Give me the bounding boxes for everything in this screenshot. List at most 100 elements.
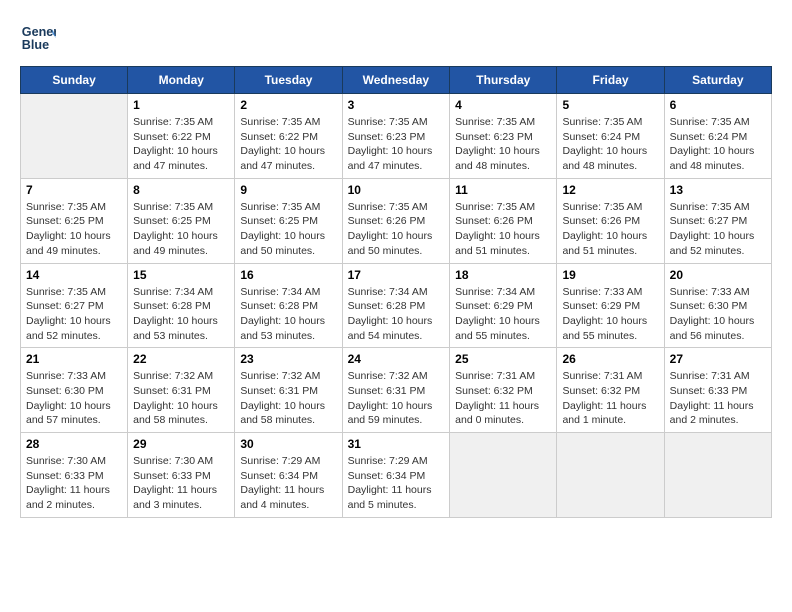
- calendar-cell: 4 Sunrise: 7:35 AMSunset: 6:23 PMDaylight…: [450, 94, 557, 179]
- day-info: Sunrise: 7:30 AMSunset: 6:33 PMDaylight:…: [133, 454, 229, 513]
- calendar-cell: 15 Sunrise: 7:34 AMSunset: 6:28 PMDayligh…: [128, 263, 235, 348]
- calendar-cell: 16 Sunrise: 7:34 AMSunset: 6:28 PMDayligh…: [235, 263, 342, 348]
- day-number: 15: [133, 268, 229, 282]
- calendar-cell: 23 Sunrise: 7:32 AMSunset: 6:31 PMDayligh…: [235, 348, 342, 433]
- week-row-2: 7 Sunrise: 7:35 AMSunset: 6:25 PMDaylight…: [21, 178, 772, 263]
- day-info: Sunrise: 7:32 AMSunset: 6:31 PMDaylight:…: [240, 369, 336, 428]
- calendar-cell: [450, 433, 557, 518]
- day-number: 14: [26, 268, 122, 282]
- calendar-cell: 19 Sunrise: 7:33 AMSunset: 6:29 PMDayligh…: [557, 263, 664, 348]
- day-info: Sunrise: 7:35 AMSunset: 6:22 PMDaylight:…: [133, 115, 229, 174]
- day-header-thursday: Thursday: [450, 67, 557, 94]
- day-number: 9: [240, 183, 336, 197]
- day-info: Sunrise: 7:35 AMSunset: 6:24 PMDaylight:…: [670, 115, 766, 174]
- day-number: 2: [240, 98, 336, 112]
- day-number: 30: [240, 437, 336, 451]
- day-info: Sunrise: 7:34 AMSunset: 6:28 PMDaylight:…: [348, 285, 445, 344]
- day-number: 27: [670, 352, 766, 366]
- day-info: Sunrise: 7:30 AMSunset: 6:33 PMDaylight:…: [26, 454, 122, 513]
- day-info: Sunrise: 7:35 AMSunset: 6:27 PMDaylight:…: [26, 285, 122, 344]
- day-number: 22: [133, 352, 229, 366]
- day-number: 5: [562, 98, 658, 112]
- calendar-cell: 5 Sunrise: 7:35 AMSunset: 6:24 PMDaylight…: [557, 94, 664, 179]
- calendar-cell: 29 Sunrise: 7:30 AMSunset: 6:33 PMDayligh…: [128, 433, 235, 518]
- day-info: Sunrise: 7:33 AMSunset: 6:30 PMDaylight:…: [670, 285, 766, 344]
- calendar-cell: 8Sunrise: 7:35 AMSunset: 6:25 PMDaylight…: [128, 178, 235, 263]
- day-info: Sunrise: 7:31 AMSunset: 6:32 PMDaylight:…: [562, 369, 658, 428]
- calendar-cell: 9 Sunrise: 7:35 AMSunset: 6:25 PMDaylight…: [235, 178, 342, 263]
- day-info: Sunrise: 7:34 AMSunset: 6:29 PMDaylight:…: [455, 285, 551, 344]
- day-number: 13: [670, 183, 766, 197]
- calendar-cell: [21, 94, 128, 179]
- day-info: Sunrise: 7:35 AMSunset: 6:24 PMDaylight:…: [562, 115, 658, 174]
- day-number: 24: [348, 352, 445, 366]
- day-number: 16: [240, 268, 336, 282]
- calendar-cell: 27 Sunrise: 7:31 AMSunset: 6:33 PMDayligh…: [664, 348, 771, 433]
- logo: General Blue: [20, 20, 56, 56]
- day-info: Sunrise: 7:31 AMSunset: 6:32 PMDaylight:…: [455, 369, 551, 428]
- day-header-sunday: Sunday: [21, 67, 128, 94]
- calendar-cell: 22Sunrise: 7:32 AMSunset: 6:31 PMDayligh…: [128, 348, 235, 433]
- calendar-cell: [664, 433, 771, 518]
- calendar-cell: 11Sunrise: 7:35 AMSunset: 6:26 PMDayligh…: [450, 178, 557, 263]
- day-info: Sunrise: 7:35 AMSunset: 6:25 PMDaylight:…: [26, 200, 122, 259]
- day-header-wednesday: Wednesday: [342, 67, 450, 94]
- day-info: Sunrise: 7:35 AMSunset: 6:23 PMDaylight:…: [348, 115, 445, 174]
- calendar-cell: 26Sunrise: 7:31 AMSunset: 6:32 PMDayligh…: [557, 348, 664, 433]
- calendar-table: SundayMondayTuesdayWednesdayThursdayFrid…: [20, 66, 772, 518]
- day-header-monday: Monday: [128, 67, 235, 94]
- day-number: 1: [133, 98, 229, 112]
- day-number: 19: [562, 268, 658, 282]
- day-number: 10: [348, 183, 445, 197]
- calendar-cell: 21 Sunrise: 7:33 AMSunset: 6:30 PMDayligh…: [21, 348, 128, 433]
- calendar-cell: 24 Sunrise: 7:32 AMSunset: 6:31 PMDayligh…: [342, 348, 450, 433]
- calendar-cell: 6Sunrise: 7:35 AMSunset: 6:24 PMDaylight…: [664, 94, 771, 179]
- day-info: Sunrise: 7:35 AMSunset: 6:27 PMDaylight:…: [670, 200, 766, 259]
- day-number: 7: [26, 183, 122, 197]
- week-row-3: 14 Sunrise: 7:35 AMSunset: 6:27 PMDayligh…: [21, 263, 772, 348]
- day-info: Sunrise: 7:31 AMSunset: 6:33 PMDaylight:…: [670, 369, 766, 428]
- day-info: Sunrise: 7:35 AMSunset: 6:26 PMDaylight:…: [562, 200, 658, 259]
- calendar-cell: 13 Sunrise: 7:35 AMSunset: 6:27 PMDayligh…: [664, 178, 771, 263]
- calendar-cell: 25 Sunrise: 7:31 AMSunset: 6:32 PMDayligh…: [450, 348, 557, 433]
- day-number: 25: [455, 352, 551, 366]
- week-row-5: 28 Sunrise: 7:30 AMSunset: 6:33 PMDayligh…: [21, 433, 772, 518]
- week-row-1: 1 Sunrise: 7:35 AMSunset: 6:22 PMDaylight…: [21, 94, 772, 179]
- day-info: Sunrise: 7:32 AMSunset: 6:31 PMDaylight:…: [348, 369, 445, 428]
- logo-icon: General Blue: [20, 20, 56, 56]
- day-number: 18: [455, 268, 551, 282]
- week-row-4: 21 Sunrise: 7:33 AMSunset: 6:30 PMDayligh…: [21, 348, 772, 433]
- day-number: 29: [133, 437, 229, 451]
- day-number: 4: [455, 98, 551, 112]
- day-info: Sunrise: 7:35 AMSunset: 6:26 PMDaylight:…: [455, 200, 551, 259]
- day-number: 20: [670, 268, 766, 282]
- day-info: Sunrise: 7:33 AMSunset: 6:30 PMDaylight:…: [26, 369, 122, 428]
- day-info: Sunrise: 7:34 AMSunset: 6:28 PMDaylight:…: [133, 285, 229, 344]
- calendar-cell: 2 Sunrise: 7:35 AMSunset: 6:22 PMDaylight…: [235, 94, 342, 179]
- day-number: 21: [26, 352, 122, 366]
- day-info: Sunrise: 7:34 AMSunset: 6:28 PMDaylight:…: [240, 285, 336, 344]
- day-info: Sunrise: 7:35 AMSunset: 6:26 PMDaylight:…: [348, 200, 445, 259]
- day-info: Sunrise: 7:35 AMSunset: 6:25 PMDaylight:…: [240, 200, 336, 259]
- day-number: 31: [348, 437, 445, 451]
- day-header-tuesday: Tuesday: [235, 67, 342, 94]
- day-header-friday: Friday: [557, 67, 664, 94]
- svg-text:Blue: Blue: [22, 38, 49, 52]
- page-header: General Blue: [20, 20, 772, 56]
- calendar-cell: 31 Sunrise: 7:29 AMSunset: 6:34 PMDayligh…: [342, 433, 450, 518]
- day-info: Sunrise: 7:29 AMSunset: 6:34 PMDaylight:…: [240, 454, 336, 513]
- day-number: 28: [26, 437, 122, 451]
- day-header-saturday: Saturday: [664, 67, 771, 94]
- calendar-cell: 10 Sunrise: 7:35 AMSunset: 6:26 PMDayligh…: [342, 178, 450, 263]
- calendar-cell: [557, 433, 664, 518]
- day-info: Sunrise: 7:35 AMSunset: 6:22 PMDaylight:…: [240, 115, 336, 174]
- day-number: 23: [240, 352, 336, 366]
- day-number: 12: [562, 183, 658, 197]
- calendar-cell: 3Sunrise: 7:35 AMSunset: 6:23 PMDaylight…: [342, 94, 450, 179]
- calendar-cell: 30 Sunrise: 7:29 AMSunset: 6:34 PMDayligh…: [235, 433, 342, 518]
- day-info: Sunrise: 7:29 AMSunset: 6:34 PMDaylight:…: [348, 454, 445, 513]
- calendar-cell: 17Sunrise: 7:34 AMSunset: 6:28 PMDayligh…: [342, 263, 450, 348]
- day-info: Sunrise: 7:33 AMSunset: 6:29 PMDaylight:…: [562, 285, 658, 344]
- calendar-cell: 18 Sunrise: 7:34 AMSunset: 6:29 PMDayligh…: [450, 263, 557, 348]
- day-info: Sunrise: 7:35 AMSunset: 6:23 PMDaylight:…: [455, 115, 551, 174]
